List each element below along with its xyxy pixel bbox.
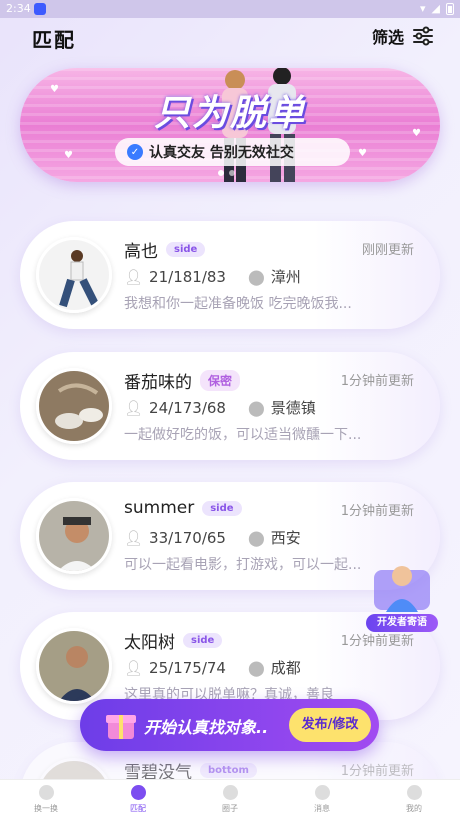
updated-time: 刚刚更新: [361, 243, 414, 258]
profile-name: summer: [124, 498, 195, 518]
battery-icon: [446, 2, 454, 15]
location-pin-icon: ⬤: [247, 528, 265, 547]
publish-edit-button[interactable]: 发布/修改: [289, 708, 371, 742]
updated-time: 1分钟前更新: [340, 634, 414, 649]
tab-label: 我的: [406, 804, 422, 813]
status-badge: side: [166, 242, 206, 257]
heart-decoration-icon: ♥: [64, 150, 73, 161]
banner-tagline-text: 认真交友 告别无效社交: [149, 145, 294, 161]
age-height-weight: 33/170/65: [149, 528, 226, 547]
find-partner-label: 开始认真找对象..: [144, 718, 269, 737]
tab-match[interactable]: 匹配: [92, 780, 184, 818]
status-badge: 保密: [200, 370, 241, 391]
profile-stats: 👤︎ 24/173/68 ⬤ 景德镇: [124, 397, 316, 418]
banner-pagination: [218, 170, 235, 176]
avatar[interactable]: [36, 368, 112, 444]
profile-name: 高也: [124, 242, 158, 262]
tab-label: 圈子: [222, 804, 238, 813]
profile-name: 太阳树: [124, 633, 175, 653]
person-icon: 👤︎: [124, 528, 144, 547]
verified-check-icon: ✓: [127, 144, 143, 160]
profile-stats: 👤︎ 25/175/74 ⬤ 成都: [124, 657, 301, 678]
developer-avatar-icon: [374, 566, 430, 612]
developer-message-label: 开发者寄语: [366, 614, 438, 632]
refresh-icon: [38, 785, 54, 800]
tab-profile[interactable]: 我的: [368, 780, 460, 818]
status-badge: bottom: [200, 763, 257, 778]
city: 景德镇: [270, 399, 316, 417]
location-pin-icon: ⬤: [247, 658, 265, 677]
status-badge: side: [183, 633, 223, 648]
updated-time: 1分钟前更新: [340, 504, 414, 519]
tab-label: 换一换: [34, 804, 58, 813]
avatar[interactable]: [36, 498, 112, 574]
status-time: 2:34: [6, 2, 31, 15]
developer-message-widget[interactable]: 开发者寄语: [366, 560, 438, 632]
location-pin-icon: ⬤: [247, 267, 265, 286]
status-icons: ▾ ◢: [420, 2, 454, 15]
location-pin-icon: ⬤: [247, 398, 265, 417]
heart-decoration-icon: ♥: [412, 128, 421, 139]
heart-decoration-icon: ♥: [358, 148, 367, 159]
app-notification-icon: [34, 3, 46, 15]
gift-box-icon: [106, 715, 136, 739]
profile-name-row: 太阳树 side: [124, 628, 223, 653]
sliders-icon: [413, 26, 433, 46]
tab-refresh[interactable]: 换一换: [0, 780, 92, 818]
pagination-dot[interactable]: [229, 170, 235, 176]
promo-banner[interactable]: 只为脱单 ✓ 认真交友 告别无效社交 ♥ ♥ ♥ ♥: [20, 68, 440, 182]
person-icon: 👤︎: [124, 398, 144, 417]
profile-stats: 👤︎ 33/170/65 ⬤ 西安: [124, 527, 301, 548]
city: 西安: [270, 529, 301, 547]
wifi-icon: ▾: [420, 2, 426, 15]
updated-time: 1分钟前更新: [340, 764, 414, 779]
age-height-weight: 25/175/74: [149, 658, 226, 677]
page-title: 匹配: [32, 28, 76, 52]
tab-messages[interactable]: 消息: [276, 780, 368, 818]
person-icon: 👤︎: [124, 267, 144, 286]
circle-icon: [222, 785, 238, 800]
pagination-dot[interactable]: [218, 170, 224, 176]
filter-button[interactable]: 筛选: [372, 24, 434, 48]
person-icon: 👤︎: [124, 658, 144, 677]
profile-icon: [406, 785, 422, 800]
city: 漳州: [270, 268, 301, 286]
banner-headline: 只为脱单: [153, 93, 306, 134]
heart-decoration-icon: ♥: [50, 84, 59, 95]
profile-card[interactable]: 高也 side 刚刚更新 👤︎ 21/181/83 ⬤ 漳州 我想和你一起准备晚…: [20, 221, 440, 329]
status-bar: 2:34 ▾ ◢: [0, 0, 460, 18]
profile-name-row: summer side: [124, 498, 242, 518]
profile-description: 我想和你一起准备晚饭 吃完晚饭我...: [124, 296, 352, 312]
profile-description: 一起做好吃的饭，可以适当微醺一下...: [124, 427, 362, 443]
profile-name-row: 番茄味的 保密: [124, 368, 241, 393]
avatar[interactable]: [36, 628, 112, 704]
profile-name: 番茄味的: [124, 373, 192, 393]
avatar[interactable]: [36, 237, 112, 313]
banner-tagline: ✓ 认真交友 告别无效社交: [115, 138, 350, 166]
signal-icon: ◢: [431, 2, 440, 15]
profile-name-row: 高也 side: [124, 237, 206, 262]
bottom-tab-bar: 换一换 匹配 圈子 消息 我的: [0, 779, 460, 818]
match-icon: [130, 785, 146, 800]
updated-time: 1分钟前更新: [340, 374, 414, 389]
status-badge: side: [202, 500, 242, 516]
profile-card[interactable]: 番茄味的 保密 1分钟前更新 👤︎ 24/173/68 ⬤ 景德镇 一起做好吃的…: [20, 352, 440, 460]
age-height-weight: 24/173/68: [149, 398, 226, 417]
tab-label: 匹配: [130, 804, 146, 813]
profile-stats: 👤︎ 21/181/83 ⬤ 漳州: [124, 266, 301, 287]
filter-label: 筛选: [371, 28, 404, 47]
find-partner-bar[interactable]: 开始认真找对象.. 发布/修改: [80, 699, 379, 751]
city: 成都: [270, 659, 301, 677]
tab-label: 消息: [314, 804, 330, 813]
age-height-weight: 21/181/83: [149, 267, 226, 286]
tab-circle[interactable]: 圈子: [184, 780, 276, 818]
message-icon: [314, 785, 330, 800]
